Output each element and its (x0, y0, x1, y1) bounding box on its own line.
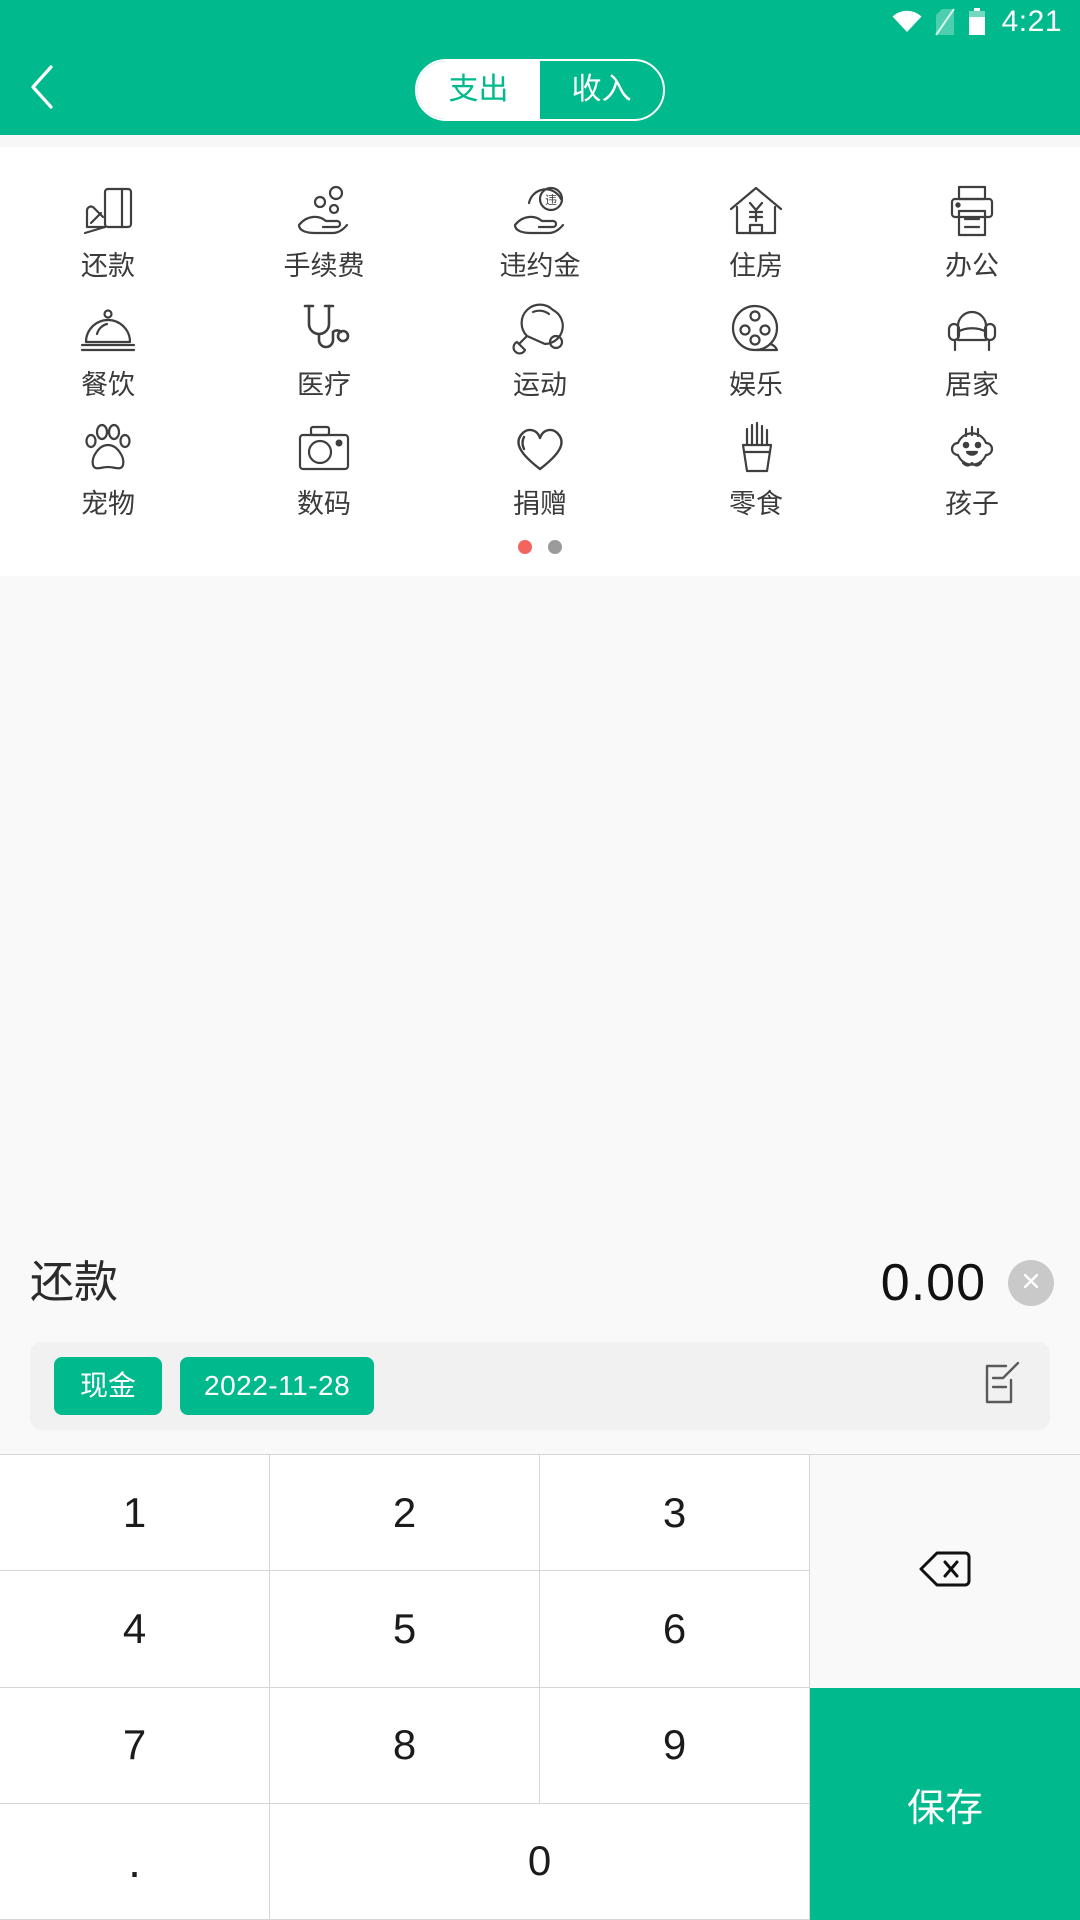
status-bar: 4:21 (0, 0, 1080, 44)
category-pager (0, 526, 1080, 570)
category-item-fee[interactable]: 手续费 (216, 169, 432, 288)
key-decimal[interactable]: . (0, 1803, 270, 1920)
paw-print-icon (77, 417, 139, 481)
food-cloche-icon (77, 298, 139, 362)
category-row: 还款 手续费 违 违约金 住房 办公 (0, 169, 1080, 288)
category-label: 住房 (729, 251, 783, 281)
key-2[interactable]: 2 (270, 1455, 540, 1572)
type-segmented-control: 支出 收入 (415, 58, 665, 121)
stethoscope-icon (293, 298, 355, 362)
pager-dot-active[interactable] (518, 540, 532, 554)
date-chip[interactable]: 2022-11-28 (180, 1357, 375, 1415)
chevron-left-icon (29, 64, 57, 115)
key-3[interactable]: 3 (540, 1455, 810, 1572)
category-item-medical[interactable]: 医疗 (216, 288, 432, 407)
key-8[interactable]: 8 (270, 1687, 540, 1804)
appbar-divider (0, 135, 1080, 147)
app-screen: 4:21 支出 收入 还款 手续费 违 违约金 住房 办公 餐饮 医疗 运动 娱… (0, 0, 1080, 1920)
close-circle-icon (1019, 1269, 1043, 1298)
amount-value: 0.00 (880, 1254, 986, 1312)
hand-coins-icon (293, 179, 355, 243)
category-item-home[interactable]: 居家 (864, 288, 1080, 407)
key-7[interactable]: 7 (0, 1687, 270, 1804)
category-label: 运动 (513, 370, 567, 400)
printer-icon (941, 179, 1003, 243)
category-label: 零食 (729, 489, 783, 519)
category-item-housing[interactable]: 住房 (648, 169, 864, 288)
category-row: 餐饮 医疗 运动 娱乐 居家 (0, 288, 1080, 407)
category-item-donation[interactable]: 捐赠 (432, 407, 648, 526)
category-label: 手续费 (283, 251, 365, 281)
key-6[interactable]: 6 (540, 1571, 810, 1688)
category-label: 捐赠 (513, 489, 567, 519)
category-label: 餐饮 (81, 370, 135, 400)
svg-text:违: 违 (545, 193, 557, 207)
baby-face-icon (941, 417, 1003, 481)
category-label: 医疗 (297, 370, 351, 400)
note-button[interactable] (974, 1359, 1028, 1413)
category-item-kids[interactable]: 孩子 (864, 407, 1080, 526)
camera-icon (293, 417, 355, 481)
meta-row-wrap: 现金 2022-11-28 (0, 1342, 1080, 1454)
key-1[interactable]: 1 (0, 1455, 270, 1572)
hand-card-icon (77, 179, 139, 243)
category-label: 宠物 (81, 489, 135, 519)
account-chip[interactable]: 现金 (54, 1357, 163, 1415)
wifi-icon (892, 10, 922, 34)
sim-card-off-icon (934, 8, 955, 36)
back-button[interactable] (0, 44, 86, 135)
pager-dot[interactable] (548, 540, 562, 554)
category-item-office[interactable]: 办公 (864, 169, 1080, 288)
heart-icon (509, 417, 571, 481)
house-yen-icon (725, 179, 787, 243)
status-time: 4:21 (1001, 5, 1062, 38)
category-item-sports[interactable]: 运动 (432, 288, 648, 407)
key-0[interactable]: 0 (270, 1803, 810, 1920)
battery-icon (968, 8, 986, 36)
backspace-button[interactable] (810, 1455, 1080, 1688)
pingpong-paddle-icon (509, 298, 571, 362)
category-label: 孩子 (945, 489, 999, 519)
clear-amount-button[interactable] (1008, 1260, 1054, 1306)
save-button[interactable]: 保存 (810, 1688, 1080, 1920)
category-label: 办公 (945, 251, 999, 281)
film-reel-icon (725, 298, 787, 362)
category-item-repayment[interactable]: 还款 (0, 169, 216, 288)
category-item-penalty[interactable]: 违 违约金 (432, 169, 648, 288)
note-edit-icon (977, 1360, 1025, 1413)
category-item-entertainment[interactable]: 娱乐 (648, 288, 864, 407)
selected-category-label: 还款 (30, 1258, 118, 1307)
category-panel: 还款 手续费 违 违约金 住房 办公 餐饮 医疗 运动 娱乐 居家 宠物 数码 … (0, 147, 1080, 576)
numeric-keypad: 1 2 3 4 5 6 7 8 9 . 0 保存 (0, 1454, 1080, 1920)
key-9[interactable]: 9 (540, 1687, 810, 1804)
category-item-digital[interactable]: 数码 (216, 407, 432, 526)
app-bar: 支出 收入 (0, 44, 1080, 135)
category-label: 数码 (297, 489, 351, 519)
tab-income[interactable]: 收入 (540, 61, 663, 119)
keypad-side-column: 保存 (810, 1455, 1080, 1920)
category-label: 违约金 (499, 251, 581, 281)
category-item-pets[interactable]: 宠物 (0, 407, 216, 526)
category-row: 宠物 数码 捐赠 零食 孩子 (0, 407, 1080, 526)
content-filler (0, 576, 1080, 1224)
category-label: 娱乐 (729, 370, 783, 400)
category-item-snacks[interactable]: 零食 (648, 407, 864, 526)
key-5[interactable]: 5 (270, 1571, 540, 1688)
amount-summary-row: 还款 0.00 (0, 1224, 1080, 1342)
category-label: 居家 (945, 370, 999, 400)
armchair-icon (941, 298, 1003, 362)
key-4[interactable]: 4 (0, 1571, 270, 1688)
meta-row: 现金 2022-11-28 (30, 1342, 1050, 1430)
keypad-digits: 1 2 3 4 5 6 7 8 9 . 0 (0, 1455, 810, 1920)
category-label: 还款 (81, 251, 135, 281)
tab-expense[interactable]: 支出 (417, 60, 540, 119)
category-item-dining[interactable]: 餐饮 (0, 288, 216, 407)
fries-icon (725, 417, 787, 481)
backspace-icon (917, 1547, 973, 1596)
hand-penalty-icon: 违 (509, 179, 571, 243)
